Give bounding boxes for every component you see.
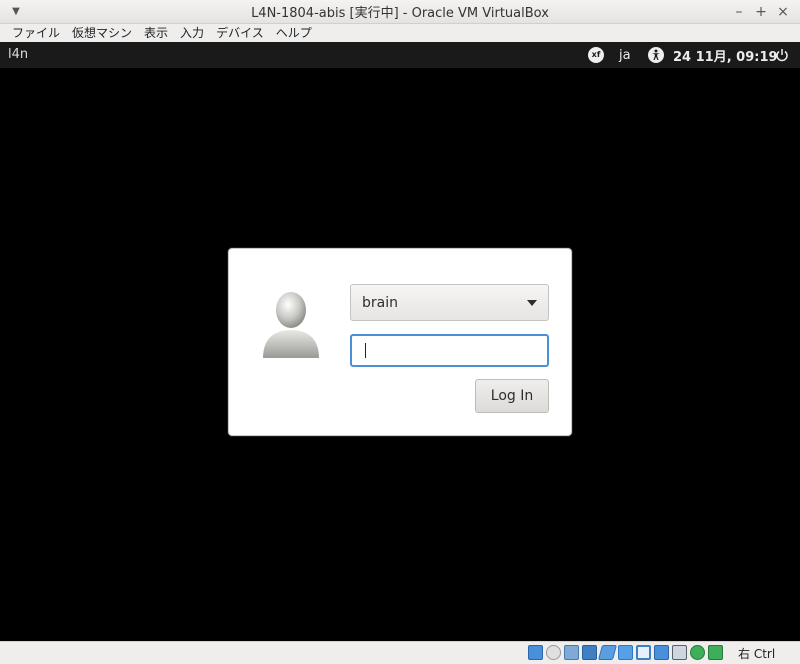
menu-machine[interactable]: 仮想マシン <box>66 24 138 42</box>
login-dialog: brain Log In <box>228 248 572 436</box>
chevron-down-icon <box>527 300 537 306</box>
shared-folders-icon[interactable] <box>618 645 633 660</box>
hard-disk-icon[interactable] <box>528 645 543 660</box>
usb-icon[interactable] <box>597 645 618 660</box>
menu-input[interactable]: 入力 <box>174 24 210 42</box>
menu-file[interactable]: ファイル <box>6 24 66 42</box>
display-icon[interactable] <box>636 645 651 660</box>
minimize-button[interactable]: – <box>728 2 750 22</box>
host-key-indicator: 右 Ctrl <box>738 645 775 662</box>
vm-display[interactable]: l4n xf ja 24 11月, 09:19 brain Log In <box>0 42 800 641</box>
xf-icon: xf <box>588 47 604 63</box>
host-key-label: 右 Ctrl <box>738 647 776 661</box>
video-capture-icon[interactable] <box>654 645 669 660</box>
power-icon <box>776 49 788 62</box>
guest-top-panel: l4n xf ja 24 11月, 09:19 <box>0 42 800 68</box>
maximize-button[interactable]: + <box>750 2 772 22</box>
accessibility-icon <box>648 47 664 63</box>
login-button[interactable]: Log In <box>475 379 549 413</box>
menu-devices[interactable]: デバイス <box>210 24 270 42</box>
clock[interactable]: 24 11月, 09:19 <box>673 42 778 68</box>
network-icon[interactable] <box>582 645 597 660</box>
status-bar: 右 Ctrl <box>0 641 800 664</box>
user-avatar-icon <box>263 292 319 358</box>
power-menu[interactable] <box>775 42 789 68</box>
window-controls: – + × <box>728 2 794 22</box>
clock-label: 24 11月, 09:19 <box>673 49 778 65</box>
text-cursor <box>365 343 366 358</box>
title-bar[interactable]: ▼ L4N-1804-abis [実行中] - Oracle VM Virtua… <box>0 0 800 24</box>
virtualbox-window: ▼ L4N-1804-abis [実行中] - Oracle VM Virtua… <box>0 0 800 664</box>
menu-view[interactable]: 表示 <box>138 24 174 42</box>
xf-indicator[interactable]: xf <box>588 42 604 68</box>
audio-icon[interactable] <box>564 645 579 660</box>
menu-help[interactable]: ヘルプ <box>270 24 318 42</box>
input-method-indicator[interactable]: ja <box>619 42 631 68</box>
selected-user-label: brain <box>362 294 398 311</box>
window-menu-icon[interactable]: ▼ <box>8 4 24 20</box>
close-button[interactable]: × <box>772 2 794 22</box>
optical-drive-icon[interactable] <box>546 645 561 660</box>
user-select-dropdown[interactable]: brain <box>350 284 549 321</box>
accessibility-menu[interactable] <box>648 42 664 68</box>
guest-hostname: l4n <box>8 47 29 62</box>
input-method-label: ja <box>619 47 631 63</box>
window-title: L4N-1804-abis [実行中] - Oracle VM VirtualB… <box>251 6 549 21</box>
mouse-integration-icon[interactable] <box>690 645 705 660</box>
device-indicators <box>528 645 723 660</box>
host-key-icon[interactable] <box>708 645 723 660</box>
menu-bar: ファイル 仮想マシン 表示 入力 デバイス ヘルプ <box>0 24 800 42</box>
virtualization-icon[interactable] <box>672 645 687 660</box>
password-field[interactable] <box>350 334 549 367</box>
